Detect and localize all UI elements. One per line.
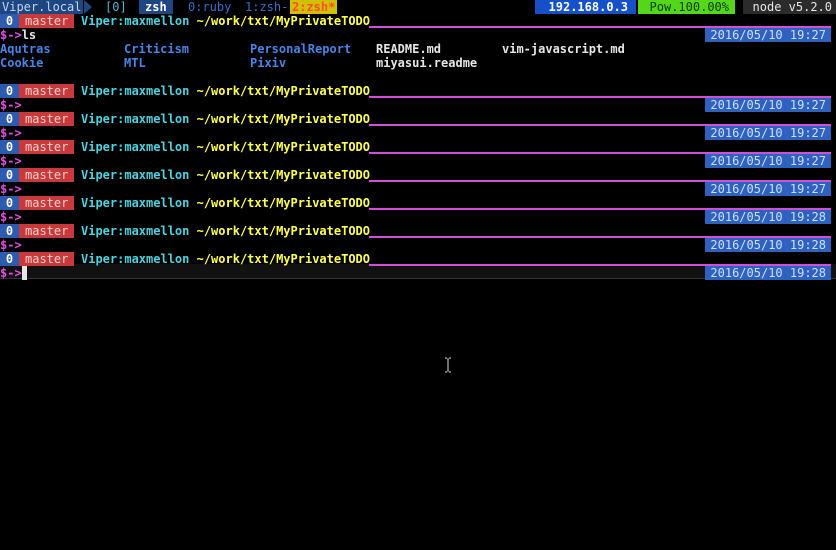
node-version: node v5.2.0: [742, 0, 836, 14]
ibeam-cursor-icon: [445, 357, 451, 373]
current-path: ~/work/txt/MyPrivateTODO: [189, 14, 370, 28]
prompt-line: 0 master Viper:maxmellon ~/work/txt/MyPr…: [0, 196, 836, 224]
power-status: Pow.100.00%: [637, 0, 735, 14]
current-path: ~/work/txt/MyPrivateTODO: [189, 84, 370, 98]
git-branch: master: [19, 224, 75, 238]
prompt-ps2: $->: [0, 210, 22, 224]
current-path: ~/work/txt/MyPrivateTODO: [189, 196, 370, 210]
text-cursor: [21, 266, 27, 280]
ls-item: README.md: [376, 42, 442, 56]
window-index: [0]: [105, 0, 127, 14]
timestamp: 2016/05/10 19:27: [705, 182, 831, 196]
tmux-window-0[interactable]: 0:ruby: [186, 0, 233, 14]
current-path: ~/work/txt/MyPrivateTODO: [189, 168, 370, 182]
user-path: Viper:maxmellon ~/work/txt/MyPrivateTODO: [81, 168, 370, 182]
user-path: Viper:maxmellon ~/work/txt/MyPrivateTODO: [81, 140, 370, 154]
ls-item: Pixiv: [250, 56, 287, 70]
prompt-ps2: $->: [0, 182, 22, 196]
timestamp: 2016/05/10 19:27: [705, 126, 831, 140]
git-branch: master: [19, 84, 75, 98]
git-branch: master: [19, 196, 75, 210]
timestamp: 2016/05/10 19:28: [705, 238, 831, 252]
ls-item: Cookie: [0, 56, 44, 70]
git-branch: master: [19, 14, 75, 28]
ls-item: Criticism: [124, 42, 190, 56]
timestamp: 2016/05/10 19:28: [705, 210, 831, 224]
prompt-badge: 0: [0, 112, 19, 126]
prompt-line: 0 master Viper:maxmellon ~/work/txt/MyPr…: [0, 168, 836, 196]
user-host: Viper:maxmellon: [81, 14, 190, 28]
powerline-arrow: [84, 0, 96, 14]
ps2-symbol: $->: [0, 266, 22, 280]
user-path: Viper:maxmellon ~/work/txt/MyPrivateTODO: [81, 196, 370, 210]
user-host: Viper:maxmellon: [81, 252, 190, 266]
user-host: Viper:maxmellon: [81, 168, 190, 182]
prompt-line: 0 master Viper:maxmellon ~/work/txt/MyPr…: [0, 252, 836, 280]
ps2-symbol: $->: [0, 28, 22, 42]
tmux-status-bar: Viper.local [0] zsh 0:ruby 1:zsh- 2:zsh*…: [0, 0, 836, 14]
timestamp: 2016/05/10 19:27: [705, 28, 831, 42]
timestamp: 2016/05/10 19:28: [705, 266, 831, 280]
tmux-window-2-active[interactable]: 2:zsh*: [290, 0, 338, 14]
ip-address: 192.168.0.3: [534, 0, 636, 14]
prompt-line: 0 master Viper:maxmellon ~/work/txt/MyPr…: [0, 224, 836, 252]
ls-item: miyasui.readme: [376, 56, 478, 70]
active-prompt[interactable]: $->: [0, 266, 27, 280]
user-path: Viper:maxmellon ~/work/txt/MyPrivateTODO: [81, 14, 370, 28]
current-path: ~/work/txt/MyPrivateTODO: [189, 112, 370, 126]
user-path: Viper:maxmellon ~/work/txt/MyPrivateTODO: [81, 252, 370, 266]
current-path: ~/work/txt/MyPrivateTODO: [189, 140, 370, 154]
command-text: ls: [21, 28, 37, 42]
git-branch: master: [19, 252, 75, 266]
current-path: ~/work/txt/MyPrivateTODO: [189, 252, 370, 266]
timestamp: 2016/05/10 19:27: [705, 154, 831, 168]
user-path: Viper:maxmellon ~/work/txt/MyPrivateTODO: [81, 84, 370, 98]
prompt-badge: 0: [0, 252, 19, 266]
prompt-ps2: $->: [0, 126, 22, 140]
prompt-ps2: $->ls: [0, 28, 36, 42]
user-host: Viper:maxmellon: [81, 84, 190, 98]
prompt-ps2: $->: [0, 238, 22, 252]
current-path: ~/work/txt/MyPrivateTODO: [189, 224, 370, 238]
prompt-badge: 0: [0, 140, 19, 154]
prompt-line: 0 master Viper:maxmellon ~/work/txt/MyPr…: [0, 140, 836, 168]
git-branch: master: [19, 168, 75, 182]
prompt-badge: 0: [0, 224, 19, 238]
prompt-line: 0 master Viper:maxmellon ~/work/txt/MyPr…: [0, 112, 836, 140]
ls-item: vim-javascript.md: [502, 42, 625, 56]
git-branch: master: [19, 140, 75, 154]
ls-item: PersonalReport: [250, 42, 352, 56]
tmux-window-1[interactable]: 1:zsh-: [243, 0, 290, 14]
prompt-badge: 0: [0, 14, 19, 28]
prompt-badge: 0: [0, 168, 19, 182]
user-host: Viper:maxmellon: [81, 196, 190, 210]
prompt-ps2: $->: [0, 154, 22, 168]
user-host: Viper:maxmellon: [81, 224, 190, 238]
ls-item: Aqutras: [0, 42, 51, 56]
prompt-ps2: $->: [0, 98, 22, 112]
timestamp: 2016/05/10 19:27: [705, 98, 831, 112]
prompt-badge: 0: [0, 84, 19, 98]
user-path: Viper:maxmellon ~/work/txt/MyPrivateTODO: [81, 112, 370, 126]
user-path: Viper:maxmellon ~/work/txt/MyPrivateTODO: [81, 224, 370, 238]
git-branch: master: [19, 112, 75, 126]
ls-item: MTL: [124, 56, 146, 70]
current-session[interactable]: zsh: [139, 0, 173, 14]
prompt-line: 0 master Viper:maxmellon ~/work/txt/MyPr…: [0, 84, 836, 112]
prompt-badge: 0: [0, 196, 19, 210]
user-host: Viper:maxmellon: [81, 112, 190, 126]
user-host: Viper:maxmellon: [81, 140, 190, 154]
hostname: Viper.local: [0, 0, 84, 14]
prompt-line: 0 master Viper:maxmellon ~/work/txt/MyPr…: [0, 14, 836, 42]
